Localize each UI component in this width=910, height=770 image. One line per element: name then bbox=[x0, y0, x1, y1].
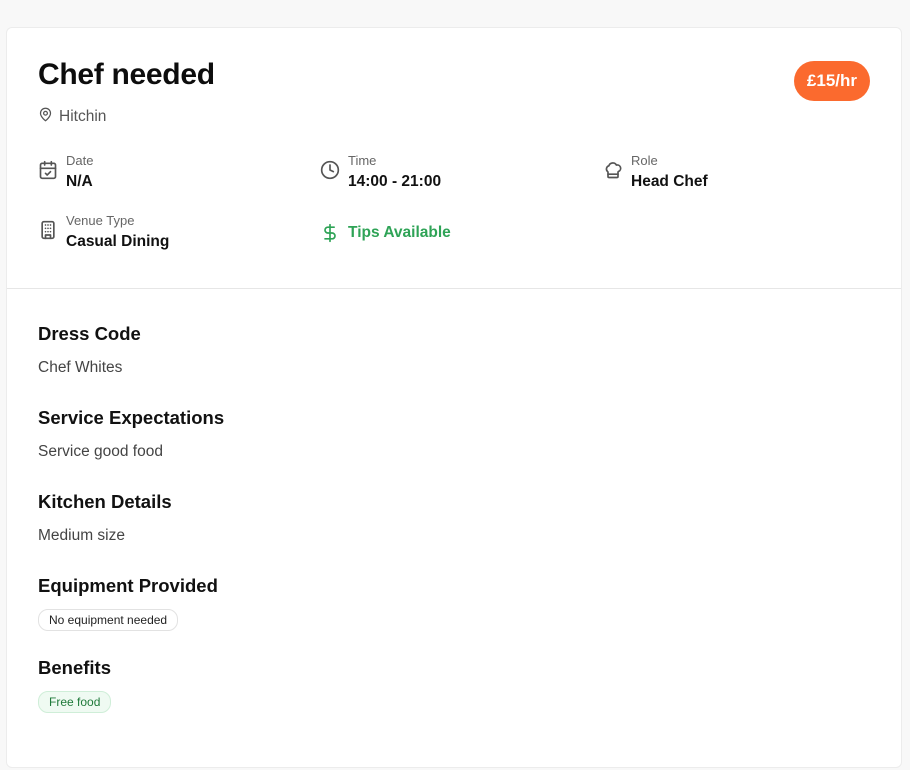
date-label: Date bbox=[66, 153, 94, 168]
benefits-heading: Benefits bbox=[38, 657, 111, 678]
tips-text: Tips Available bbox=[348, 224, 451, 241]
location: Hitchin bbox=[38, 107, 106, 127]
venue-type-value: Casual Dining bbox=[66, 233, 170, 250]
info-venue-type: Venue Type Casual Dining bbox=[38, 213, 169, 253]
clock-icon bbox=[320, 160, 340, 180]
section-equipment-provided: Equipment Provided No equipment needed bbox=[38, 574, 218, 631]
info-date: Date N/A bbox=[38, 153, 93, 193]
service-expectations-heading: Service Expectations bbox=[38, 407, 225, 428]
kitchen-details-heading: Kitchen Details bbox=[38, 491, 172, 512]
rate-badge: £15/hr bbox=[793, 61, 870, 101]
dollar-sign-icon bbox=[320, 223, 340, 243]
calendar-check-icon bbox=[38, 160, 58, 180]
job-header: Chef needed £15/hr Hitchin Date N/A Time… bbox=[7, 28, 901, 289]
dress-code-text: Chef Whites bbox=[38, 359, 123, 376]
equipment-heading: Equipment Provided bbox=[38, 575, 218, 596]
service-expectations-text: Service good food bbox=[38, 443, 163, 460]
tips-available: Tips Available bbox=[320, 223, 451, 243]
location-text: Hitchin bbox=[59, 108, 107, 125]
chef-hat-icon bbox=[603, 160, 623, 180]
job-title: Chef needed bbox=[38, 58, 215, 91]
date-value: N/A bbox=[66, 173, 93, 190]
info-time: Time 14:00 - 21:00 bbox=[320, 153, 441, 193]
section-benefits: Benefits Free food bbox=[38, 656, 112, 713]
dress-code-heading: Dress Code bbox=[38, 323, 141, 344]
role-value: Head Chef bbox=[631, 173, 708, 190]
benefit-chip: Free food bbox=[38, 691, 112, 713]
equipment-chip: No equipment needed bbox=[38, 609, 179, 631]
kitchen-details-text: Medium size bbox=[38, 527, 125, 544]
venue-type-label: Venue Type bbox=[66, 213, 135, 228]
section-dress-code: Dress Code Chef Whites bbox=[38, 322, 141, 379]
section-service-expectations: Service Expectations Service good food bbox=[38, 406, 224, 463]
job-detail-card: Chef needed £15/hr Hitchin Date N/A Time… bbox=[6, 27, 902, 768]
map-pin-icon bbox=[38, 107, 53, 127]
section-kitchen-details: Kitchen Details Medium size bbox=[38, 490, 172, 547]
time-label: Time bbox=[348, 153, 377, 168]
building-icon bbox=[38, 220, 58, 240]
info-role: Role Head Chef bbox=[603, 153, 708, 193]
role-label: Role bbox=[631, 153, 658, 168]
time-value: 14:00 - 21:00 bbox=[348, 173, 442, 190]
